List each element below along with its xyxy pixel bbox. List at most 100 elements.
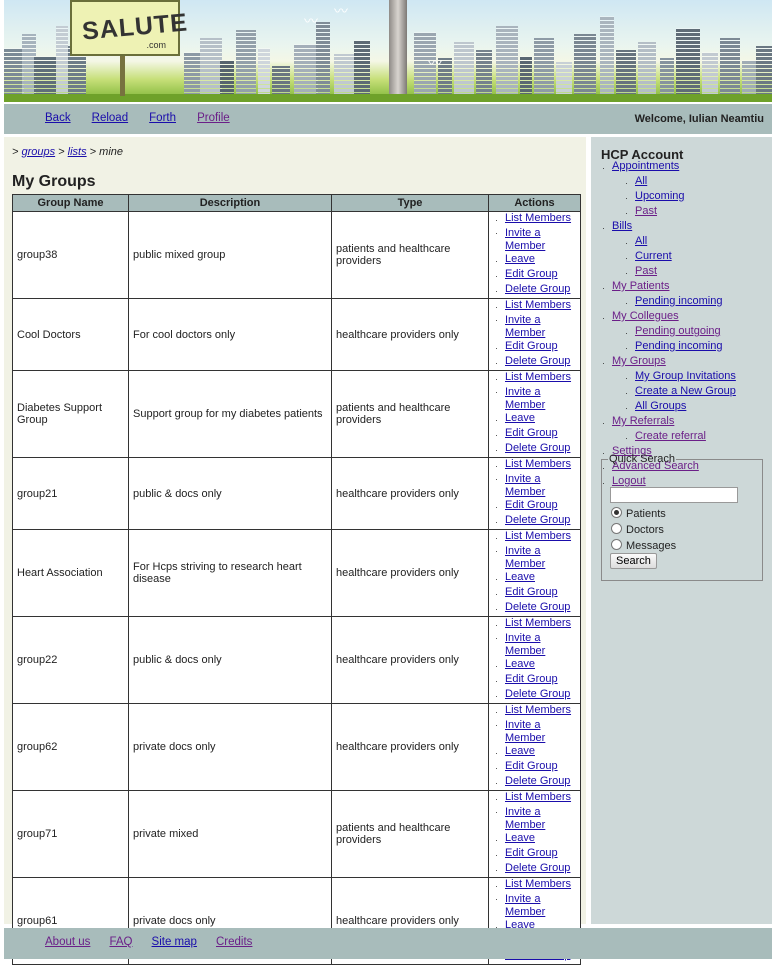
edit-group-link[interactable]: Edit Group xyxy=(505,268,558,280)
bills-all-link[interactable]: All xyxy=(635,235,647,247)
edit-group-link[interactable]: Edit Group xyxy=(505,340,558,352)
nav-forth-link[interactable]: Forth xyxy=(149,112,176,124)
invite-member-link[interactable]: Invite a Member xyxy=(505,386,567,412)
breadcrumb-current: > mine xyxy=(86,146,124,158)
leave-group-link[interactable]: Leave xyxy=(505,745,535,757)
list-members-link[interactable]: List Members xyxy=(505,530,571,542)
radio-label: Patients xyxy=(626,508,666,520)
group-type-cell: healthcare providers only xyxy=(331,616,489,704)
table-row: group38 public mixed group patients and he… xyxy=(12,211,581,299)
banner-building xyxy=(334,54,354,96)
faq-link[interactable]: FAQ xyxy=(109,936,132,948)
banner-building xyxy=(600,16,614,96)
list-members-link[interactable]: List Members xyxy=(505,212,571,224)
invite-member-link[interactable]: Invite a Member xyxy=(505,632,567,658)
quick-search-legend: Quick Serach xyxy=(609,453,676,465)
site-map-link[interactable]: Site map xyxy=(152,936,197,948)
search-button[interactable]: Search xyxy=(610,553,657,569)
list-members-link[interactable]: List Members xyxy=(505,878,571,890)
appointments-upcoming-link[interactable]: Upcoming xyxy=(635,190,685,202)
appointments-past-link[interactable]: Past xyxy=(635,205,657,217)
breadcrumb-groups-link[interactable]: groups xyxy=(21,146,55,158)
invite-member-label: Member xyxy=(505,906,546,918)
radio-button-icon[interactable] xyxy=(611,507,622,518)
list-members-link[interactable]: List Members xyxy=(505,458,571,470)
list-members-link[interactable]: List Members xyxy=(505,704,571,716)
my-patients-link[interactable]: My Patients xyxy=(612,280,669,292)
list-members-link[interactable]: List Members xyxy=(505,617,571,629)
banner-building xyxy=(56,26,68,96)
appointments-all-link[interactable]: All xyxy=(635,175,647,187)
leave-group-link[interactable]: Leave xyxy=(505,658,535,670)
create-referral-link[interactable]: Create referral xyxy=(635,430,706,442)
sidebar-subitem: Past xyxy=(635,265,736,280)
invite-member-link[interactable]: Invite a Member xyxy=(505,473,567,499)
breadcrumb-lists-link[interactable]: lists xyxy=(68,146,87,158)
invite-member-link[interactable]: Invite a Member xyxy=(505,806,567,832)
logo-billboard-pole xyxy=(120,56,125,96)
banner-building xyxy=(236,30,256,96)
sidebar-subitem: Pending incoming xyxy=(635,340,736,355)
radio-button-icon[interactable] xyxy=(611,523,622,534)
banner-tower xyxy=(389,0,407,96)
list-members-link[interactable]: List Members xyxy=(505,371,571,383)
delete-group-link[interactable]: Delete Group xyxy=(505,442,570,454)
delete-group-link[interactable]: Delete Group xyxy=(505,775,570,787)
create-new-group-link[interactable]: Create a New Group xyxy=(635,385,736,397)
quick-search-input[interactable] xyxy=(610,487,738,503)
edit-group-link[interactable]: Edit Group xyxy=(505,499,558,511)
banner-building xyxy=(316,22,330,96)
list-members-link[interactable]: List Members xyxy=(505,299,571,311)
my-group-invitations-link[interactable]: My Group Invitations xyxy=(635,370,736,382)
invite-member-link[interactable]: Invite a Member xyxy=(505,545,567,571)
radio-label: Doctors xyxy=(626,524,664,536)
delete-group-link[interactable]: Delete Group xyxy=(505,862,570,874)
welcome-message: Welcome, Iulian Neamtiu xyxy=(634,113,764,125)
invite-member-link[interactable]: Invite a Member xyxy=(505,227,567,253)
appointments-link[interactable]: Appointments xyxy=(612,160,679,172)
delete-group-link[interactable]: Delete Group xyxy=(505,601,570,613)
edit-group-link[interactable]: Edit Group xyxy=(505,586,558,598)
leave-group-link[interactable]: Leave xyxy=(505,832,535,844)
nav-back-link[interactable]: Back xyxy=(45,112,71,124)
edit-group-link[interactable]: Edit Group xyxy=(505,673,558,685)
leave-group-link[interactable]: Leave xyxy=(505,412,535,424)
group-description-cell: private mixed xyxy=(128,790,332,878)
banner-building xyxy=(520,56,532,96)
credits-link[interactable]: Credits xyxy=(216,936,252,948)
banner-building xyxy=(272,66,290,96)
edit-group-link[interactable]: Edit Group xyxy=(505,427,558,439)
group-actions-cell: List Members Invite aMemberEdit Group Dele… xyxy=(488,298,581,371)
nav-profile-link[interactable]: Profile xyxy=(197,112,230,124)
my-referrals-link[interactable]: My Referrals xyxy=(612,415,674,427)
invite-member-link[interactable]: Invite a Member xyxy=(505,719,567,745)
delete-group-link[interactable]: Delete Group xyxy=(505,355,570,367)
radio-doctors[interactable]: Doctors xyxy=(611,523,664,536)
edit-group-link[interactable]: Edit Group xyxy=(505,847,558,859)
delete-group-link[interactable]: Delete Group xyxy=(505,283,570,295)
radio-button-icon[interactable] xyxy=(611,539,622,550)
leave-group-link[interactable]: Leave xyxy=(505,253,535,265)
colleagues-pending-outgoing-link[interactable]: Pending outgoing xyxy=(635,325,721,337)
site-logo[interactable]: SALUTE .com xyxy=(70,0,189,56)
about-us-link[interactable]: About us xyxy=(45,936,90,948)
colleagues-pending-incoming-link[interactable]: Pending incoming xyxy=(635,340,722,352)
patients-pending-incoming-link[interactable]: Pending incoming xyxy=(635,295,722,307)
nav-reload-link[interactable]: Reload xyxy=(92,112,128,124)
bills-link[interactable]: Bills xyxy=(612,220,632,232)
my-groups-link[interactable]: My Groups xyxy=(612,355,666,367)
invite-member-link[interactable]: Invite a Member xyxy=(505,314,567,340)
delete-group-link[interactable]: Delete Group xyxy=(505,514,570,526)
all-groups-link[interactable]: All Groups xyxy=(635,400,686,412)
my-colleagues-link[interactable]: My Collegues xyxy=(612,310,679,322)
radio-messages[interactable]: Messages xyxy=(611,539,676,552)
list-members-link[interactable]: List Members xyxy=(505,791,571,803)
invite-member-link[interactable]: Invite a Member xyxy=(505,893,567,919)
leave-group-link[interactable]: Leave xyxy=(505,571,535,583)
bills-current-link[interactable]: Current xyxy=(635,250,672,262)
footer: About us FAQ Site map Credits xyxy=(4,928,772,959)
delete-group-link[interactable]: Delete Group xyxy=(505,688,570,700)
radio-patients[interactable]: Patients xyxy=(611,507,666,520)
edit-group-link[interactable]: Edit Group xyxy=(505,760,558,772)
bills-past-link[interactable]: Past xyxy=(635,265,657,277)
